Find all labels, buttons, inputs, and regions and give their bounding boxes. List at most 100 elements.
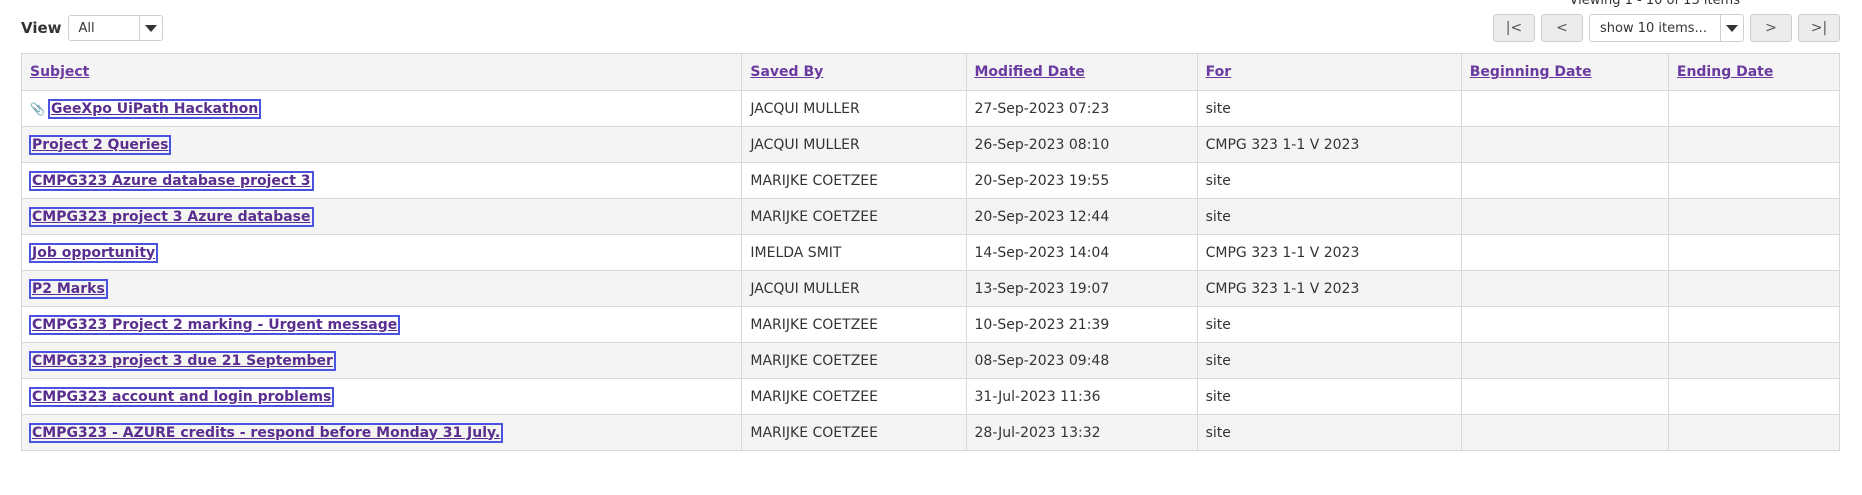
next-page-button[interactable]: > (1750, 14, 1792, 42)
ending-date-cell (1667, 234, 1841, 271)
subject-cell: CMPG323 Azure database project 3 (20, 162, 743, 199)
beginning-date-cell (1460, 234, 1669, 271)
subject-link[interactable]: Job opportunity (28, 242, 159, 263)
column-header-for[interactable]: For (1196, 53, 1462, 91)
sort-ending-date-link[interactable]: Ending Date (1677, 64, 1773, 80)
saved-by-cell: MARIJKE COETZEE (741, 378, 967, 415)
saved-by-cell: MARIJKE COETZEE (741, 342, 967, 379)
chevron-down-icon (138, 16, 162, 40)
subject-link[interactable]: CMPG323 project 3 Azure database (29, 206, 314, 227)
subject-link[interactable]: CMPG323 Azure database project 3 (29, 170, 314, 191)
view-filter: View All (21, 13, 163, 43)
for-cell: site (1196, 162, 1462, 199)
modified-date-cell: 14-Sep-2023 14:04 (965, 234, 1198, 271)
for-cell: site (1196, 378, 1462, 415)
subject-link[interactable]: GeeXpo UiPath Hackathon (47, 98, 262, 119)
view-select[interactable]: All (67, 15, 163, 41)
sort-beginning-date-link[interactable]: Beginning Date (1470, 64, 1592, 80)
table-header-row: Subject Saved By Modified Date For Begin… (20, 53, 1841, 91)
subject-link[interactable]: Project 2 Queries (28, 134, 172, 155)
subject-cell: CMPG323 project 3 Azure database (20, 198, 743, 235)
ending-date-cell (1667, 414, 1841, 451)
beginning-date-cell (1460, 90, 1669, 127)
beginning-date-cell (1460, 342, 1669, 379)
subject-cell: Project 2 Queries (20, 126, 743, 163)
column-header-beginning-date[interactable]: Beginning Date (1460, 53, 1669, 91)
subject-link[interactable]: CMPG323 - AZURE credits - respond before… (28, 422, 504, 443)
saved-by-cell: JACQUI MULLER (741, 270, 967, 307)
subject-link[interactable]: CMPG323 account and login problems (28, 386, 335, 407)
prev-page-button[interactable]: < (1541, 14, 1583, 42)
beginning-date-cell (1460, 270, 1669, 307)
page-size-value: show 10 items... (1600, 20, 1707, 36)
table-row: 📎 GeeXpo UiPath Hackathon JACQUI MULLER 2… (20, 90, 1841, 127)
for-cell: site (1196, 414, 1462, 451)
ending-date-cell (1667, 342, 1841, 379)
subject-cell: P2 Marks (20, 270, 743, 307)
beginning-date-cell (1460, 126, 1669, 163)
sort-subject-link[interactable]: Subject (30, 64, 89, 80)
modified-date-cell: 27-Sep-2023 07:23 (965, 90, 1198, 127)
beginning-date-cell (1460, 414, 1669, 451)
column-header-modified-date[interactable]: Modified Date (965, 53, 1198, 91)
saved-by-cell: MARIJKE COETZEE (741, 162, 967, 199)
for-cell: CMPG 323 1-1 V 2023 (1196, 270, 1462, 307)
sort-modified-date-link[interactable]: Modified Date (975, 64, 1085, 80)
view-label: View (21, 19, 62, 37)
table-row: CMPG323 project 3 Azure database MARIJKE… (20, 198, 1841, 235)
sort-for-link[interactable]: For (1206, 64, 1232, 80)
for-cell: CMPG 323 1-1 V 2023 (1196, 234, 1462, 271)
saved-by-cell: MARIJKE COETZEE (741, 414, 967, 451)
subject-link[interactable]: P2 Marks (29, 278, 108, 299)
ending-date-cell (1667, 306, 1841, 343)
subject-cell: Job opportunity (20, 234, 743, 271)
view-select-value: All (78, 20, 95, 36)
modified-date-cell: 26-Sep-2023 08:10 (965, 126, 1198, 163)
table-row: CMPG323 - AZURE credits - respond before… (20, 414, 1841, 451)
table-row: Job opportunity IMELDA SMIT 14-Sep-2023 … (20, 234, 1841, 271)
modified-date-cell: 08-Sep-2023 09:48 (965, 342, 1198, 379)
beginning-date-cell (1460, 378, 1669, 415)
paperclip-icon: 📎 (30, 101, 45, 116)
first-page-button[interactable]: |< (1493, 14, 1535, 42)
viewing-count: Viewing 1 - 10 of 13 items (1569, 0, 1740, 8)
for-cell: site (1196, 198, 1462, 235)
saved-by-cell: IMELDA SMIT (741, 234, 967, 271)
table-row: CMPG323 project 3 due 21 September MARIJ… (20, 342, 1841, 379)
modified-date-cell: 28-Jul-2023 13:32 (965, 414, 1198, 451)
subject-link[interactable]: CMPG323 Project 2 marking - Urgent messa… (28, 314, 401, 335)
table-row: CMPG323 account and login problems MARIJ… (20, 378, 1841, 415)
page-size-select[interactable]: show 10 items... (1589, 14, 1744, 42)
saved-by-cell: JACQUI MULLER (741, 90, 967, 127)
table-row: CMPG323 Project 2 marking - Urgent messa… (20, 306, 1841, 343)
ending-date-cell (1667, 126, 1841, 163)
beginning-date-cell (1460, 306, 1669, 343)
modified-date-cell: 13-Sep-2023 19:07 (965, 270, 1198, 307)
table-row: Project 2 Queries JACQUI MULLER 26-Sep-2… (20, 126, 1841, 163)
ending-date-cell (1667, 198, 1841, 235)
saved-by-cell: JACQUI MULLER (741, 126, 967, 163)
subject-link[interactable]: CMPG323 project 3 due 21 September (29, 350, 336, 371)
modified-date-cell: 20-Sep-2023 12:44 (965, 198, 1198, 235)
ending-date-cell (1667, 270, 1841, 307)
column-header-ending-date[interactable]: Ending Date (1667, 53, 1841, 91)
table-row: P2 Marks JACQUI MULLER 13-Sep-2023 19:07… (20, 270, 1841, 307)
for-cell: site (1196, 90, 1462, 127)
ending-date-cell (1667, 162, 1841, 199)
modified-date-cell: 20-Sep-2023 19:55 (965, 162, 1198, 199)
modified-date-cell: 31-Jul-2023 11:36 (965, 378, 1198, 415)
column-header-saved-by[interactable]: Saved By (741, 53, 967, 91)
subject-cell: CMPG323 project 3 due 21 September (20, 342, 743, 379)
table-row: CMPG323 Azure database project 3 MARIJKE… (20, 162, 1841, 199)
modified-date-cell: 10-Sep-2023 21:39 (965, 306, 1198, 343)
saved-by-cell: MARIJKE COETZEE (741, 306, 967, 343)
announcements-table: Subject Saved By Modified Date For Begin… (20, 53, 1841, 451)
subject-cell: CMPG323 - AZURE credits - respond before… (20, 414, 743, 451)
chevron-down-icon (1720, 15, 1743, 41)
last-page-button[interactable]: >| (1798, 14, 1840, 42)
ending-date-cell (1667, 90, 1841, 127)
column-header-subject[interactable]: Subject (20, 53, 743, 91)
for-cell: site (1196, 342, 1462, 379)
sort-saved-by-link[interactable]: Saved By (750, 64, 823, 80)
ending-date-cell (1667, 378, 1841, 415)
